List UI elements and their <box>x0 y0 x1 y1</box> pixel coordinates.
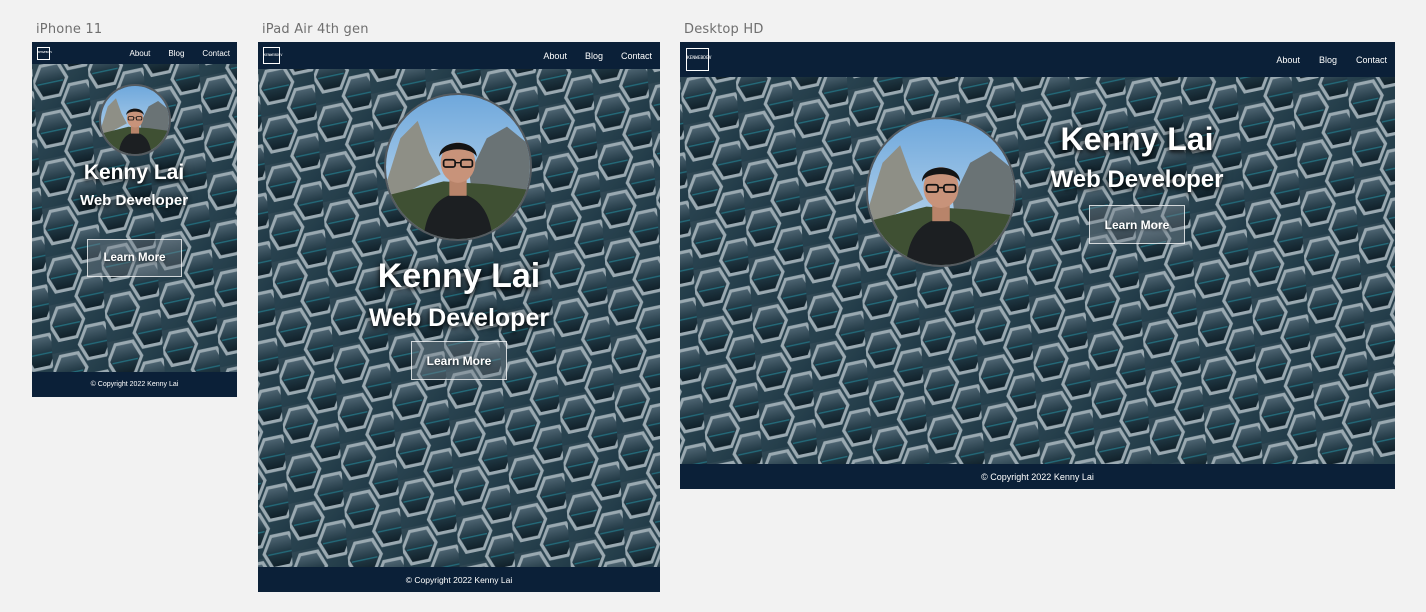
hero-section: Kenny Lai Web Developer Learn More <box>32 64 237 372</box>
footer: © Copyright 2022 Kenny Lai <box>258 567 660 592</box>
hero-overlay <box>680 77 1395 464</box>
hero-title: Web Developer <box>1050 166 1224 193</box>
hero-section: Kenny Lai Web Developer Learn More <box>680 77 1395 464</box>
nav-blog-link[interactable]: Blog <box>168 49 184 58</box>
navbar: KEN WEB DEV About Blog Contact <box>32 42 237 64</box>
frame-label-iphone: iPhone 11 <box>36 22 103 37</box>
hero-title: Web Developer <box>368 304 550 332</box>
logo-line: KEN <box>687 56 696 62</box>
nav-blog-link[interactable]: Blog <box>585 51 603 61</box>
profile-photo <box>866 117 1016 267</box>
hero-section: Kenny Lai Web Developer Learn More <box>258 69 660 567</box>
logo-line: WEB <box>695 56 704 62</box>
ken-web-dev-logo-icon[interactable]: KEN WEB DEV <box>686 48 712 71</box>
nav-links: About Blog Contact <box>1276 55 1387 65</box>
hero-name: Kenny Lai <box>377 257 541 295</box>
hero-title: Web Developer <box>79 192 189 209</box>
profile-photo <box>99 84 171 156</box>
ken-web-dev-logo-icon[interactable]: KEN WEB DEV <box>37 46 53 60</box>
ken-web-dev-logo-icon[interactable]: KEN WEB DEV <box>263 47 283 64</box>
learn-more-button[interactable]: Learn More <box>1089 205 1185 244</box>
ipad-frame: KEN WEB DEV About Blog Contact Kenny Lai… <box>258 42 660 592</box>
nav-about-link[interactable]: About <box>543 51 567 61</box>
nav-contact-link[interactable]: Contact <box>621 51 652 61</box>
hero-name: Kenny Lai <box>83 161 185 184</box>
logo-line: DEV <box>276 52 283 57</box>
frame-label-desktop: Desktop HD <box>684 22 764 37</box>
desktop-frame: KEN WEB DEV About Blog Contact Kenny Lai… <box>680 42 1395 489</box>
iphone-frame: KEN WEB DEV About Blog Contact Kenny Lai… <box>32 42 237 397</box>
frame-label-ipad: iPad Air 4th gen <box>262 22 369 37</box>
nav-blog-link[interactable]: Blog <box>1319 55 1337 65</box>
navbar: KEN WEB DEV About Blog Contact <box>258 42 660 69</box>
profile-photo <box>384 93 532 241</box>
nav-contact-link[interactable]: Contact <box>1356 55 1387 65</box>
nav-about-link[interactable]: About <box>130 49 151 58</box>
nav-links: About Blog Contact <box>543 51 652 61</box>
learn-more-button[interactable]: Learn More <box>87 239 182 277</box>
footer: © Copyright 2022 Kenny Lai <box>680 464 1395 489</box>
nav-about-link[interactable]: About <box>1276 55 1300 65</box>
footer: © Copyright 2022 Kenny Lai <box>32 372 237 397</box>
logo-line: DEV <box>703 56 712 62</box>
nav-contact-link[interactable]: Contact <box>202 49 230 58</box>
nav-links: About Blog Contact <box>130 49 231 58</box>
hero-name: Kenny Lai <box>1060 121 1214 157</box>
learn-more-button[interactable]: Learn More <box>411 341 507 380</box>
logo-line: DEV <box>47 50 53 54</box>
navbar: KEN WEB DEV About Blog Contact <box>680 42 1395 77</box>
